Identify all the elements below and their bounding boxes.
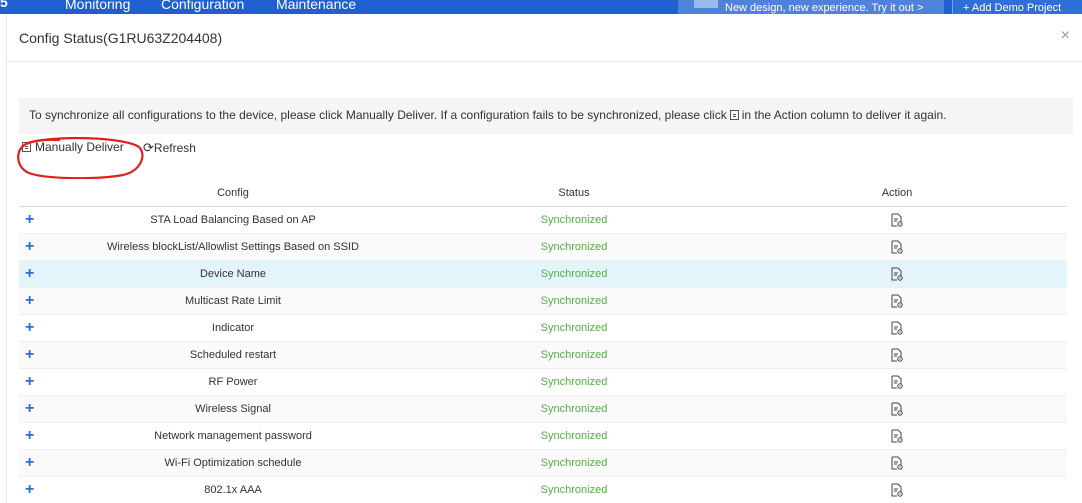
close-icon[interactable]: × <box>1061 27 1070 45</box>
sync-notice: To synchronize all configurations to the… <box>19 98 1073 134</box>
table-row: + Wireless Signal Synchronized <box>19 395 1067 423</box>
expand-row-icon[interactable]: + <box>19 427 34 444</box>
config-name: 802.1x AAA <box>45 476 421 503</box>
refresh-icon: ⟳ <box>143 140 154 155</box>
expand-row-icon[interactable]: + <box>19 211 34 228</box>
expand-row-icon[interactable]: + <box>19 319 34 336</box>
status-badge: Synchronized <box>540 348 608 361</box>
config-name: Network management password <box>45 422 421 450</box>
status-badge: Synchronized <box>540 483 608 496</box>
deliver-action-icon[interactable] <box>891 267 903 281</box>
refresh-button[interactable]: ⟳Refresh <box>143 140 196 156</box>
manually-deliver-button[interactable]: Manually Deliver <box>22 140 124 154</box>
nav-monitoring[interactable]: Monitoring <box>65 0 130 12</box>
config-name: Device Name <box>45 260 421 288</box>
table-row: + Wireless blockList/Allowlist Settings B… <box>19 233 1067 261</box>
status-badge: Synchronized <box>540 294 608 307</box>
nav-configuration[interactable]: Configuration <box>161 0 244 12</box>
table-row: + Scheduled restart Synchronized <box>19 341 1067 369</box>
expand-row-icon[interactable]: + <box>19 292 34 309</box>
status-badge: Synchronized <box>540 267 608 280</box>
table-row: + Indicator Synchronized <box>19 314 1067 342</box>
refresh-label: Refresh <box>153 141 196 155</box>
table-row: + Multicast Rate Limit Synchronized <box>19 287 1067 315</box>
table-header-row: Config Status Action <box>19 180 1067 207</box>
deliver-action-icon[interactable] <box>891 294 903 308</box>
status-badge: Synchronized <box>540 375 608 388</box>
deliver-action-icon[interactable] <box>891 456 903 470</box>
expand-row-icon[interactable]: + <box>19 481 34 498</box>
expand-row-icon[interactable]: + <box>19 346 34 363</box>
table-row: + Network management password Synchronized <box>19 422 1067 450</box>
deliver-action-icon[interactable] <box>891 402 903 416</box>
config-name: Multicast Rate Limit <box>45 287 421 315</box>
deliver-action-icon[interactable] <box>891 321 903 335</box>
deliver-action-icon[interactable] <box>891 348 903 362</box>
expand-row-icon[interactable]: + <box>19 373 34 390</box>
table-row: +802.1x AAA Synchronized <box>19 476 1067 503</box>
deliver-action-icon[interactable] <box>891 483 903 497</box>
config-name: RF Power <box>45 368 421 396</box>
manually-deliver-label: Manually Deliver <box>35 140 124 154</box>
expand-row-icon[interactable]: + <box>19 400 34 417</box>
add-demo-project-button[interactable]: + Add Demo Project <box>952 0 1082 14</box>
deliver-action-icon[interactable] <box>891 429 903 443</box>
expand-row-icon[interactable]: + <box>19 238 34 255</box>
status-badge: Synchronized <box>540 429 608 442</box>
deliver-action-icon[interactable] <box>891 375 903 389</box>
config-status-dialog: Config Status(G1RU63Z204408) × To synchr… <box>6 14 1082 503</box>
config-name: Wireless blockList/Allowlist Settings Ba… <box>45 233 421 261</box>
deliver-action-icon[interactable] <box>891 213 903 227</box>
dialog-title: Config Status(G1RU63Z204408) <box>19 30 223 46</box>
expand-row-icon[interactable]: + <box>19 265 34 282</box>
config-name: Indicator <box>45 314 421 342</box>
deliver-doc-icon <box>22 142 31 152</box>
promo-text: New design, new experience. Try it out <box>725 2 914 14</box>
status-column-header: Status <box>421 180 727 207</box>
notice-text-before: To synchronize all configurations to the… <box>29 108 727 122</box>
table-row: + RF Power Synchronized <box>19 368 1067 396</box>
config-column-header: Config <box>45 180 421 207</box>
table-row: + Device Name Synchronized <box>19 260 1067 288</box>
expand-column-header <box>19 180 45 207</box>
deliver-doc-icon <box>729 110 739 120</box>
nav-maintenance[interactable]: Maintenance <box>276 0 356 12</box>
config-name: Wi-Fi Optimization schedule <box>45 449 421 477</box>
expand-row-icon[interactable]: + <box>19 454 34 471</box>
status-badge: Synchronized <box>540 240 608 253</box>
config-name: Scheduled restart <box>45 341 421 369</box>
deliver-action-icon[interactable] <box>891 240 903 254</box>
promo-image <box>694 0 718 8</box>
config-name: STA Load Balancing Based on AP <box>45 206 421 234</box>
status-badge: Synchronized <box>540 402 608 415</box>
action-column-header: Action <box>727 180 1067 207</box>
config-table: Config Status Action + STA Load Balancing… <box>19 180 1067 503</box>
table-row: + Wi-Fi Optimization schedule Synchronized <box>19 449 1067 477</box>
table-row: + STA Load Balancing Based on AP Synchroni… <box>19 206 1067 234</box>
promo-banner[interactable]: New design, new experience. Try it out > <box>678 0 944 14</box>
config-name: Wireless Signal <box>45 395 421 423</box>
app-logo: 5 <box>0 0 8 10</box>
notice-text-after: in the Action column to deliver it again… <box>741 108 947 122</box>
status-badge: Synchronized <box>540 321 608 334</box>
status-badge: Synchronized <box>540 456 608 469</box>
dialog-header: Config Status(G1RU63Z204408) × <box>7 14 1082 62</box>
status-badge: Synchronized <box>540 213 608 226</box>
top-app-bar: 5 Monitoring Configuration Maintenance N… <box>0 0 1082 14</box>
